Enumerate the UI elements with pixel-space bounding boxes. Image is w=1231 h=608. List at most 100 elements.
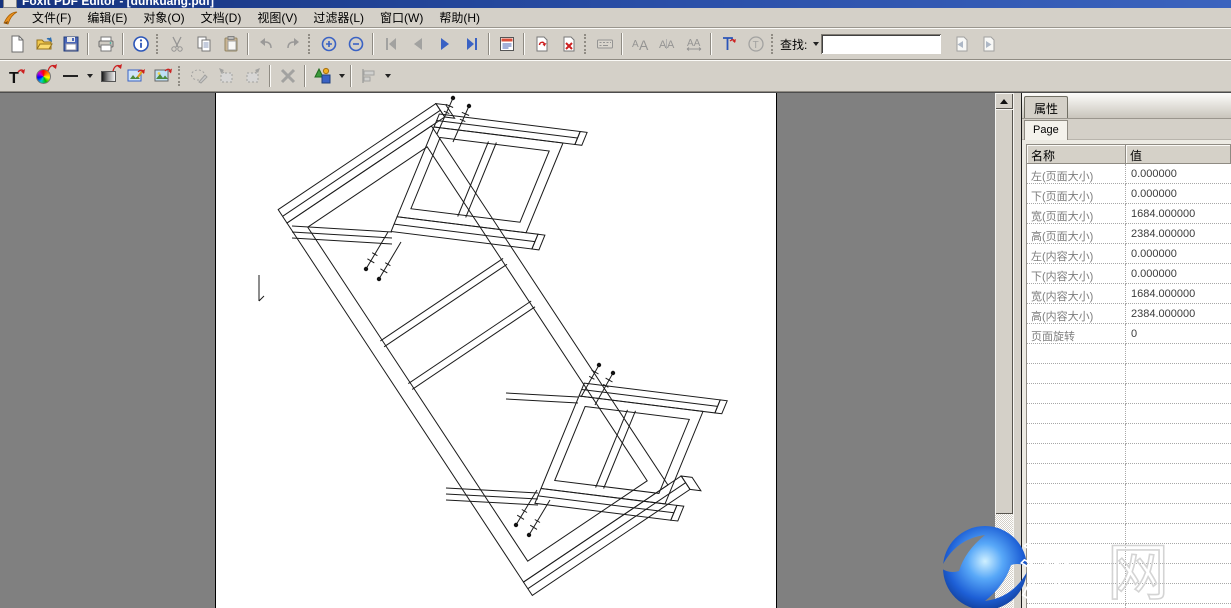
find-next-button[interactable]: [974, 31, 1001, 57]
open-file-button[interactable]: [30, 31, 57, 57]
panel-splitter[interactable]: [1013, 93, 1022, 608]
scroll-up-button[interactable]: [995, 93, 1013, 109]
separator: [710, 33, 712, 55]
text-circle-button[interactable]: T: [742, 31, 769, 57]
property-value[interactable]: 2384.000000: [1126, 304, 1231, 324]
edit-image-button[interactable]: [122, 63, 149, 89]
toolbar-grip[interactable]: [584, 34, 587, 54]
first-page-button[interactable]: [377, 31, 404, 57]
separator: [87, 33, 89, 55]
menu-document[interactable]: 文档(D): [194, 7, 249, 28]
add-text-button[interactable]: T: [3, 63, 30, 89]
vertical-scrollbar[interactable]: [995, 93, 1013, 608]
menu-filter[interactable]: 过滤器(L): [306, 7, 371, 28]
transform-back-button[interactable]: [212, 63, 239, 89]
undo-button[interactable]: [252, 31, 279, 57]
line-style-dropdown[interactable]: [84, 63, 95, 89]
menu-file[interactable]: 文件(F): [25, 7, 78, 28]
delete-page-button[interactable]: [555, 31, 582, 57]
new-document-button[interactable]: [3, 31, 30, 57]
insert-text-button[interactable]: [715, 31, 742, 57]
separator: [304, 65, 306, 87]
pdf-page-canvas[interactable]: [215, 93, 777, 608]
find-previous-button[interactable]: [947, 31, 974, 57]
panel-tabstrip: 属性: [1022, 93, 1231, 119]
save-icon: [62, 35, 80, 53]
previous-page-icon: [409, 35, 427, 53]
add-color-object-button[interactable]: [30, 63, 57, 89]
menu-help[interactable]: 帮助(H): [432, 7, 487, 28]
empty-grid-row: [1027, 384, 1231, 404]
info-icon: [132, 35, 150, 53]
property-name: 高(内容大小): [1027, 304, 1126, 324]
lasso-select-button[interactable]: [185, 63, 212, 89]
menu-window[interactable]: 窗口(W): [373, 7, 430, 28]
scrollbar-thumb[interactable]: [995, 109, 1013, 514]
line-icon: [63, 75, 78, 77]
find-options-dropdown[interactable]: [810, 31, 821, 57]
print-button[interactable]: [92, 31, 119, 57]
menu-edit[interactable]: 编辑(E): [80, 7, 134, 28]
last-page-button[interactable]: [458, 31, 485, 57]
property-value[interactable]: 2384.000000: [1126, 224, 1231, 244]
font-pair-button[interactable]: AA: [653, 31, 680, 57]
menu-view[interactable]: 视图(V): [250, 7, 304, 28]
page-layout-button[interactable]: [493, 31, 520, 57]
empty-grid-row: [1027, 464, 1231, 484]
paste-button[interactable]: [217, 31, 244, 57]
properties-panel: 属性 Page 名称 值 左(页面大小)0.000000下(页面大小)0.000…: [1022, 93, 1231, 608]
next-page-button[interactable]: [431, 31, 458, 57]
line-style-button[interactable]: [57, 63, 84, 89]
add-image-button[interactable]: [149, 63, 176, 89]
cut-button[interactable]: [163, 31, 190, 57]
copy-button[interactable]: [190, 31, 217, 57]
empty-grid-row: [1027, 584, 1231, 604]
zoom-out-button[interactable]: [342, 31, 369, 57]
font-replace-button[interactable]: AA: [626, 31, 653, 57]
align-button[interactable]: [355, 63, 382, 89]
property-name: 下(内容大小): [1027, 264, 1126, 284]
document-info-button[interactable]: [127, 31, 154, 57]
property-value[interactable]: 1684.000000: [1126, 284, 1231, 304]
toolbar-grip[interactable]: [178, 66, 181, 86]
empty-grid-row: [1027, 444, 1231, 464]
empty-grid-row: [1027, 424, 1231, 444]
transform-forward-button[interactable]: [239, 63, 266, 89]
new-document-icon: [8, 35, 26, 53]
properties-grid: 名称 值 左(页面大小)0.000000下(页面大小)0.000000宽(页面大…: [1026, 144, 1231, 608]
property-row: 左(内容大小)0.000000: [1027, 244, 1231, 264]
svg-text:A: A: [667, 39, 675, 51]
menu-object[interactable]: 对象(O): [136, 7, 191, 28]
delete-object-button[interactable]: [274, 63, 301, 89]
previous-page-button[interactable]: [404, 31, 431, 57]
open-file-icon: [35, 35, 53, 53]
separator: [350, 65, 352, 87]
toolbar-grip[interactable]: [771, 34, 774, 54]
empty-grid-row: [1027, 484, 1231, 504]
find-input[interactable]: [821, 34, 941, 54]
toolbar-grip[interactable]: [308, 34, 311, 54]
insert-shapes-dropdown[interactable]: [336, 63, 347, 89]
property-row: 宽(内容大小)1684.000000: [1027, 284, 1231, 304]
tab-page[interactable]: Page: [1024, 120, 1068, 140]
keyboard-button[interactable]: [591, 31, 618, 57]
zoom-in-button[interactable]: [315, 31, 342, 57]
save-button[interactable]: [57, 31, 84, 57]
property-name: 宽(页面大小): [1027, 204, 1126, 224]
page-layout-icon: [498, 35, 516, 53]
rotate-page-button[interactable]: [528, 31, 555, 57]
tab-properties[interactable]: 属性: [1024, 96, 1068, 118]
separator: [247, 33, 249, 55]
property-value[interactable]: 0.000000: [1126, 184, 1231, 204]
align-dropdown[interactable]: [382, 63, 393, 89]
font-spacing-button[interactable]: AA: [680, 31, 707, 57]
property-value[interactable]: 1684.000000: [1126, 204, 1231, 224]
redo-button[interactable]: [279, 31, 306, 57]
add-shading-button[interactable]: [95, 63, 122, 89]
property-value[interactable]: 0: [1126, 324, 1231, 344]
property-value[interactable]: 0.000000: [1126, 164, 1231, 184]
property-value[interactable]: 0.000000: [1126, 264, 1231, 284]
property-value[interactable]: 0.000000: [1126, 244, 1231, 264]
toolbar-grip[interactable]: [156, 34, 159, 54]
insert-shapes-button[interactable]: [309, 63, 336, 89]
